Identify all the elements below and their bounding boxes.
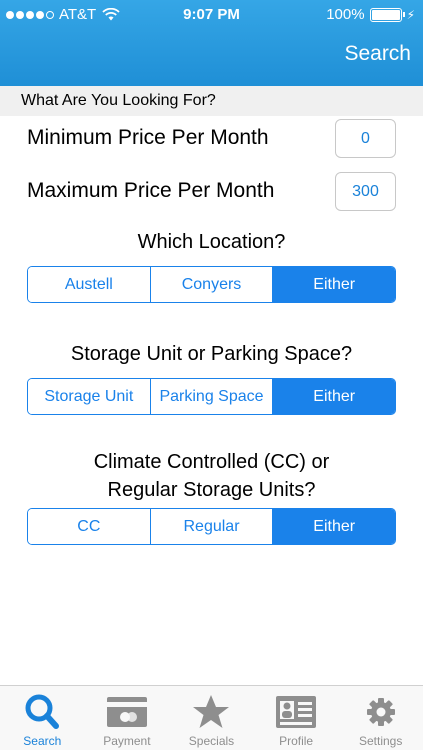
nav-header: AT&T 9:07 PM 100% ⚡ Search bbox=[0, 0, 423, 86]
climate-option-either[interactable]: Either bbox=[273, 509, 395, 544]
section-header: What Are You Looking For? bbox=[0, 86, 423, 116]
min-price-field[interactable]: 0 bbox=[335, 119, 396, 158]
tab-label-profile: Profile bbox=[279, 734, 314, 748]
charging-icon: ⚡ bbox=[406, 7, 415, 22]
storage-type-question: Storage Unit or Parking Space? bbox=[70, 343, 353, 365]
tab-label-search: Search bbox=[23, 734, 62, 748]
profile-card-icon bbox=[274, 692, 318, 732]
location-option-either[interactable]: Either bbox=[273, 267, 395, 302]
storage-type-segmented-control: Storage Unit Parking Space Either bbox=[27, 378, 396, 415]
tab-profile[interactable]: Profile bbox=[254, 686, 339, 750]
climate-question-line2: Regular Storage Units? bbox=[107, 479, 316, 501]
max-price-label: Maximum Price Per Month bbox=[27, 179, 275, 202]
tab-label-settings: Settings bbox=[358, 734, 403, 748]
battery-percent: 100% bbox=[326, 6, 365, 23]
status-bar: AT&T 9:07 PM 100% ⚡ bbox=[0, 0, 423, 30]
search-button[interactable]: Search bbox=[344, 42, 411, 66]
location-question: Which Location? bbox=[137, 231, 286, 253]
star-icon bbox=[189, 692, 233, 732]
tab-label-specials: Specials bbox=[188, 734, 235, 748]
location-option-conyers[interactable]: Conyers bbox=[150, 267, 274, 302]
tab-specials[interactable]: Specials bbox=[169, 686, 254, 750]
max-price-field[interactable]: 300 bbox=[335, 172, 396, 211]
payment-icon bbox=[105, 692, 149, 732]
battery-icon bbox=[369, 7, 405, 22]
location-segmented-control: Austell Conyers Either bbox=[27, 266, 396, 303]
gear-icon bbox=[359, 692, 403, 732]
climate-question-line1: Climate Controlled (CC) or bbox=[93, 451, 330, 473]
location-option-austell[interactable]: Austell bbox=[28, 267, 151, 302]
tab-bar: Search Payment Specials Profile Settings bbox=[0, 685, 423, 750]
storage-type-option-either[interactable]: Either bbox=[273, 379, 395, 414]
min-price-label: Minimum Price Per Month bbox=[27, 126, 269, 149]
tab-payment[interactable]: Payment bbox=[85, 686, 170, 750]
climate-option-cc[interactable]: CC bbox=[28, 509, 151, 544]
climate-option-regular[interactable]: Regular bbox=[150, 509, 274, 544]
storage-type-option-parking-space[interactable]: Parking Space bbox=[150, 379, 274, 414]
climate-segmented-control: CC Regular Either bbox=[27, 508, 396, 545]
search-icon bbox=[20, 692, 64, 732]
tab-search[interactable]: Search bbox=[0, 686, 85, 750]
status-right: 100% ⚡ bbox=[326, 6, 415, 23]
storage-type-option-storage-unit[interactable]: Storage Unit bbox=[28, 379, 151, 414]
tab-settings[interactable]: Settings bbox=[338, 686, 423, 750]
tab-label-payment: Payment bbox=[103, 734, 151, 748]
